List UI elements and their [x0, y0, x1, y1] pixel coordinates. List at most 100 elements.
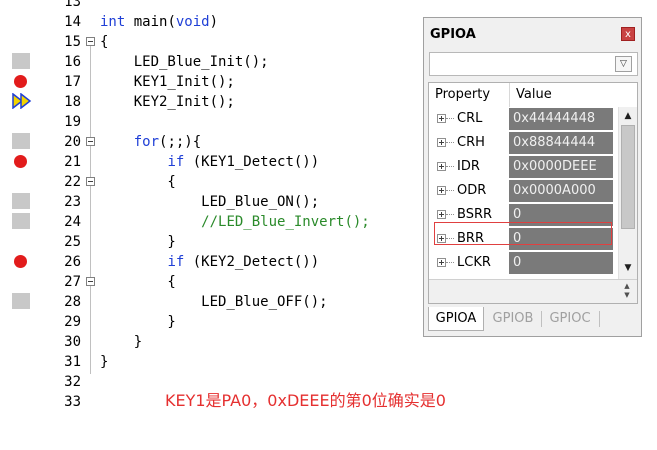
fold-guide: [90, 44, 91, 374]
breakpoint-gutter[interactable]: [0, 0, 33, 450]
line-number: 23: [64, 194, 81, 210]
current-line-arrow-icon: [11, 92, 33, 110]
code-line[interactable]: if (KEY2_Detect()): [100, 252, 319, 272]
code-line[interactable]: LED_Blue_ON();: [100, 192, 319, 212]
code-line[interactable]: for(;;){: [100, 132, 201, 152]
register-row-crl[interactable]: CRL 0x44444448: [429, 107, 617, 131]
breakpoint-icon[interactable]: [14, 75, 27, 88]
register-value[interactable]: 0x0000A000: [509, 180, 613, 202]
register-value[interactable]: 0x88844444: [509, 132, 613, 154]
expand-plus-icon[interactable]: [437, 138, 446, 147]
code-line[interactable]: LED_Blue_Init();: [100, 52, 269, 72]
line-number: 13: [64, 0, 81, 10]
register-name: CRL: [457, 111, 483, 126]
expand-plus-icon[interactable]: [437, 114, 446, 123]
register-name: LCKR: [457, 255, 491, 270]
line-number: 27: [64, 274, 81, 290]
register-value[interactable]: 0: [509, 252, 613, 274]
fold-toggle-icon[interactable]: [86, 37, 95, 46]
gpio-peripheral-window[interactable]: GPIOA x ▽ Property Value CRL 0x44444448 CR…: [423, 17, 642, 337]
register-dropdown[interactable]: ▽: [429, 52, 638, 76]
code-line[interactable]: {: [100, 172, 175, 192]
window-titlebar[interactable]: GPIOA x: [424, 18, 641, 50]
code-line[interactable]: }: [100, 352, 108, 372]
line-number: 18: [64, 94, 81, 110]
line-number: 25: [64, 234, 81, 250]
breakpoint-icon[interactable]: [14, 155, 27, 168]
code-line[interactable]: }: [100, 312, 175, 332]
line-number: 17: [64, 74, 81, 90]
fold-toggle-icon[interactable]: [86, 277, 95, 286]
line-number: 16: [64, 54, 81, 70]
breakpoint-icon[interactable]: [14, 255, 27, 268]
tab-gpioa[interactable]: GPIOA: [428, 307, 484, 331]
line-numbers: 13 14 15 16 17 18 19 20 21 22 23 24 25 2…: [33, 0, 83, 450]
idr-highlight-box: [434, 222, 612, 245]
line-number: 26: [64, 254, 81, 270]
code-line[interactable]: KEY1_Init();: [100, 72, 235, 92]
code-line[interactable]: {: [100, 32, 108, 52]
vertical-scrollbar[interactable]: ▲ ▼: [618, 107, 637, 279]
line-number: 19: [64, 114, 81, 130]
line-number: 14: [64, 14, 81, 30]
expand-plus-icon[interactable]: [437, 258, 446, 267]
window-title: GPIOA: [430, 27, 476, 42]
expand-plus-icon[interactable]: [437, 162, 446, 171]
chevron-down-icon[interactable]: ▽: [615, 56, 632, 72]
code-line[interactable]: LED_Blue_OFF();: [100, 292, 327, 312]
line-number: 28: [64, 294, 81, 310]
register-row-crh[interactable]: CRH 0x88844444: [429, 131, 617, 155]
line-marker: [12, 213, 30, 229]
register-value[interactable]: 0x0000DEEE: [509, 156, 613, 178]
tab-gpioc[interactable]: GPIOC: [542, 307, 598, 331]
register-name: IDR: [457, 159, 480, 174]
gpio-tabs: GPIOA GPIOB GPIOC: [428, 307, 638, 331]
line-marker: [12, 293, 30, 309]
property-grid[interactable]: Property Value CRL 0x44444448 CRH 0x8884444…: [428, 82, 638, 304]
expand-plus-icon[interactable]: [437, 210, 446, 219]
code-line[interactable]: }: [100, 332, 142, 352]
close-button[interactable]: x: [621, 27, 635, 41]
line-number: 31: [64, 354, 81, 370]
tree-connector: [446, 166, 454, 168]
fold-toggle-icon[interactable]: [86, 177, 95, 186]
line-number: 22: [64, 174, 81, 190]
line-number: 32: [64, 374, 81, 390]
scroll-up-icon[interactable]: ▲: [619, 107, 637, 125]
line-number: 30: [64, 334, 81, 350]
code-line[interactable]: }: [100, 232, 175, 252]
register-row-idr[interactable]: IDR 0x0000DEEE: [429, 155, 617, 179]
line-marker: [12, 193, 30, 209]
code-line[interactable]: KEY2_Init();: [100, 92, 235, 112]
line-number: 20: [64, 134, 81, 150]
line-number: 21: [64, 154, 81, 170]
line-marker: [12, 133, 30, 149]
tree-connector: [446, 118, 454, 120]
spin-arrows-icon[interactable]: ▲ ▼: [619, 282, 635, 300]
expand-plus-icon[interactable]: [437, 186, 446, 195]
register-row-odr[interactable]: ODR 0x0000A000: [429, 179, 617, 203]
line-number: 24: [64, 214, 81, 230]
code-line[interactable]: {: [100, 272, 175, 292]
annotation-text: KEY1是PA0，0xDEEE的第0位确实是0: [165, 391, 446, 410]
line-number: 29: [64, 314, 81, 330]
description-pane: ▲ ▼: [429, 279, 637, 303]
tree-connector: [446, 142, 454, 144]
tree-connector: [446, 214, 454, 216]
line-number: 15: [64, 34, 81, 50]
line-marker: [12, 53, 30, 69]
code-line[interactable]: int main(void): [100, 12, 218, 32]
tab-separator: [599, 311, 600, 327]
fold-toggle-icon[interactable]: [86, 137, 95, 146]
register-row-lckr[interactable]: LCKR 0: [429, 251, 617, 275]
tree-connector: [446, 262, 454, 264]
property-column-header[interactable]: Property: [429, 83, 509, 107]
line-number: 33: [64, 394, 81, 410]
value-column-header[interactable]: Value: [509, 83, 617, 107]
code-line[interactable]: if (KEY1_Detect()): [100, 152, 319, 172]
register-value[interactable]: 0x44444448: [509, 108, 613, 130]
tab-gpiob[interactable]: GPIOB: [486, 307, 540, 331]
code-line[interactable]: //LED_Blue_Invert();: [100, 212, 370, 232]
scroll-thumb[interactable]: [621, 125, 635, 229]
scroll-down-icon[interactable]: ▼: [619, 259, 637, 277]
